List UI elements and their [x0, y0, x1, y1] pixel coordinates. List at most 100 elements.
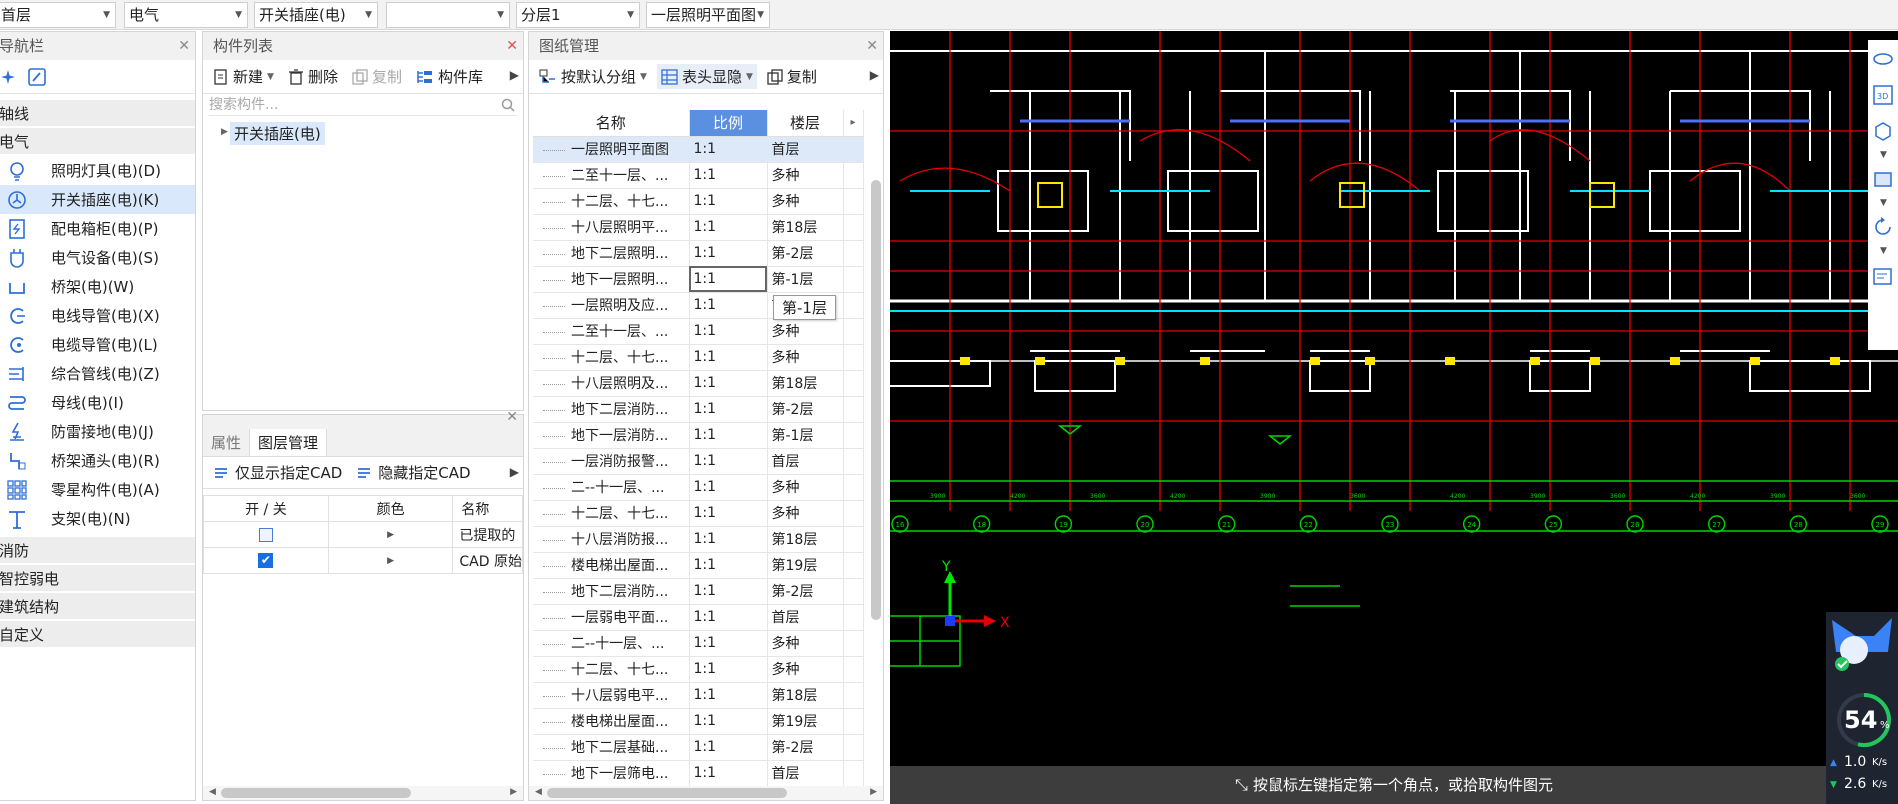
group-by-default-button[interactable]: 按默认分组 ▼	[535, 64, 651, 89]
drawing-name-cell[interactable]: 地下二层消防...	[533, 578, 690, 605]
3d-view-icon[interactable]: 3D	[1872, 84, 1894, 106]
performance-widget[interactable]: 54 % ▲ 1.0 K/s ▼ 2.6 K/s	[1826, 612, 1898, 804]
component-search-input[interactable]: 搜索构件...	[209, 94, 517, 116]
drawing-floor-cell[interactable]: 多种	[767, 500, 844, 527]
drawing-scale-cell[interactable]: 1:1	[689, 760, 768, 787]
layer-checkbox-checked[interactable]: ✔	[258, 553, 274, 568]
nav-category-electrical[interactable]: 电气	[0, 128, 195, 156]
table-row[interactable]: 二至十一层、... 1:1 多种	[533, 318, 864, 345]
nav-item-cable-tray[interactable]: 桥架(电)(W)	[0, 272, 195, 301]
layer-settings-icon[interactable]	[1872, 266, 1894, 288]
drawing-floor-cell[interactable]: 第18层	[767, 214, 844, 241]
new-button[interactable]: 新建 ▼	[209, 64, 278, 89]
drawing-name-cell[interactable]: 地下二层基础...	[533, 734, 690, 761]
more-icon[interactable]: ▶	[870, 68, 879, 82]
nav-item-bracket[interactable]: 支架(电)(N)	[0, 504, 195, 533]
table-row[interactable]: 一层消防报警... 1:1 首层	[533, 448, 864, 475]
column-header-extra[interactable]: ▸	[843, 110, 864, 137]
drawing-floor-cell[interactable]: 多种	[767, 318, 844, 345]
drawing-floor-cell[interactable]: 第-2层	[767, 734, 844, 761]
chevron-down-icon[interactable]: ▼	[1880, 150, 1887, 160]
floor-dropdown[interactable]: 首层 ▼	[0, 2, 116, 28]
drawing-floor-cell[interactable]: 首层	[767, 448, 844, 475]
copy-button[interactable]: 复制	[348, 64, 406, 89]
drawing-floor-cell[interactable]: 第18层	[767, 682, 844, 709]
drawing-name-cell[interactable]: 十二层、十七...	[533, 188, 690, 215]
table-row[interactable]: 楼电梯出屋面... 1:1 第19层	[533, 708, 864, 735]
drawing-scale-cell[interactable]: 1:1	[689, 266, 768, 293]
drawing-name-cell[interactable]: 十八层照明及...	[533, 370, 690, 397]
tree-expand-icon[interactable]: ▶	[221, 127, 228, 137]
scrollbar-thumb[interactable]	[547, 788, 787, 798]
table-row[interactable]: 地下一层照明... 1:1 第-1层	[533, 266, 864, 293]
drawing-floor-cell[interactable]: 第18层	[767, 526, 844, 553]
drawing-name-cell[interactable]: 一层照明平面图	[533, 136, 690, 163]
drawing-name-cell[interactable]: 二至十一层、...	[533, 318, 690, 345]
drawing-scale-cell[interactable]: 1:1	[689, 656, 768, 683]
drawing-scale-cell[interactable]: 1:1	[689, 318, 768, 345]
sparkle-icon[interactable]	[0, 68, 17, 86]
column-header-name[interactable]: 名称	[533, 110, 690, 137]
drawing-floor-cell[interactable]: 多种	[767, 656, 844, 683]
nav-item-combined-pipeline[interactable]: 综合管线(电)(Z)	[0, 359, 195, 388]
drawing-name-cell[interactable]: 一层照明及应...	[533, 292, 690, 319]
cad-canvas[interactable]: 3900 4200 3600 4200 3900 3600 4200 3900 3600 42…	[890, 31, 1898, 804]
drawing-scale-cell[interactable]: 1:1	[689, 708, 768, 735]
table-row[interactable]: 二--十一层、... 1:1 多种	[533, 630, 864, 657]
drawing-name-cell[interactable]: 地下一层筛电...	[533, 760, 690, 787]
drawing-name-cell[interactable]: 十八层弱电平...	[533, 682, 690, 709]
layer-checkbox-unchecked[interactable]	[258, 527, 273, 542]
drawing-floor-cell[interactable]: 第-2层	[767, 396, 844, 423]
drawing-scale-cell[interactable]: 1:1	[689, 448, 768, 475]
drawing-scale-cell[interactable]: 1:1	[689, 734, 768, 761]
delete-button[interactable]: 删除	[284, 64, 342, 89]
drawing-scale-cell[interactable]: 1:1	[689, 526, 768, 553]
box-view-icon[interactable]	[1872, 168, 1894, 190]
table-row[interactable]: 地下二层基础... 1:1 第-2层	[533, 734, 864, 761]
drawing-floor-cell[interactable]: 首层	[767, 136, 844, 163]
drawing-floor-cell[interactable]: 多种	[767, 344, 844, 371]
drawing-floor-cell[interactable]: 第-2层	[767, 578, 844, 605]
drawing-scale-cell[interactable]: 1:1	[689, 578, 768, 605]
drawing-scale-cell[interactable]: 1:1	[689, 188, 768, 215]
drawing-floor-cell[interactable]: 第18层	[767, 370, 844, 397]
nav-item-cable-conduit[interactable]: 电缆导管(电)(L)	[0, 330, 195, 359]
drawing-dropdown[interactable]: 一层照明平面图 ▼	[646, 2, 770, 28]
nav-category-architecture[interactable]: 建筑结构	[0, 593, 195, 621]
column-header-scale[interactable]: 比例	[689, 110, 768, 137]
drawing-name-cell[interactable]: 地下一层照明...	[533, 266, 690, 293]
drawing-scale-cell[interactable]: 1:1	[689, 552, 768, 579]
nav-category-axis[interactable]: 轴线	[0, 100, 195, 128]
table-row[interactable]: 十二层、十七... 1:1 多种	[533, 500, 864, 527]
drawing-scale-cell[interactable]: 1:1	[689, 396, 768, 423]
nav-item-electrical-device[interactable]: 电气设备(电)(S)	[0, 243, 195, 272]
table-row[interactable]: 十二层、十七... 1:1 多种	[533, 188, 864, 215]
drawing-scale-cell[interactable]: 1:1	[689, 292, 768, 319]
table-row[interactable]: 楼电梯出屋面... 1:1 第19层	[533, 552, 864, 579]
table-row[interactable]: 十八层消防报... 1:1 第18层	[533, 526, 864, 553]
nav-item-distribution-box[interactable]: 配电箱柜(电)(P)	[0, 214, 195, 243]
color-expand-icon[interactable]: ▶	[327, 521, 454, 548]
nav-item-misc-component[interactable]: 零星构件(电)(A)	[0, 475, 195, 504]
drawing-name-cell[interactable]: 二至十一层、...	[533, 162, 690, 189]
table-row[interactable]: 二至十一层、... 1:1 多种	[533, 162, 864, 189]
drawing-horizontal-scrollbar[interactable]: ◀ ▶	[529, 786, 883, 800]
drawing-scale-cell[interactable]: 1:1	[689, 344, 768, 371]
drawing-name-cell[interactable]: 一层消防报警...	[533, 448, 690, 475]
nav-item-busbar[interactable]: 母线(电)(I)	[0, 388, 195, 417]
drawing-name-cell[interactable]: 楼电梯出屋面...	[533, 552, 690, 579]
drawing-floor-cell[interactable]: 多种	[767, 474, 844, 501]
table-row[interactable]: 地下一层筛电... 1:1 首层	[533, 760, 864, 787]
sphere-view-icon[interactable]	[1872, 48, 1894, 70]
drawing-scale-cell[interactable]: 1:1	[689, 214, 768, 241]
drawing-name-cell[interactable]: 二--十一层、...	[533, 630, 690, 657]
scrollbar-thumb[interactable]	[221, 788, 411, 798]
nav-item-lightning-ground[interactable]: 防雷接地(电)(J)	[0, 417, 195, 446]
table-row[interactable]: 地下一层消防... 1:1 第-1层	[533, 422, 864, 449]
drawing-name-cell[interactable]: 十二层、十七...	[533, 344, 690, 371]
drawing-name-cell[interactable]: 二--十一层、...	[533, 474, 690, 501]
drawing-floor-cell[interactable]: 第19层	[767, 708, 844, 735]
header-toggle-button[interactable]: 表头显隐 ▼	[656, 64, 757, 89]
nav-item-wire-conduit[interactable]: 电线导管(电)(X)	[0, 301, 195, 330]
drawing-vertical-scrollbar[interactable]	[871, 180, 881, 620]
